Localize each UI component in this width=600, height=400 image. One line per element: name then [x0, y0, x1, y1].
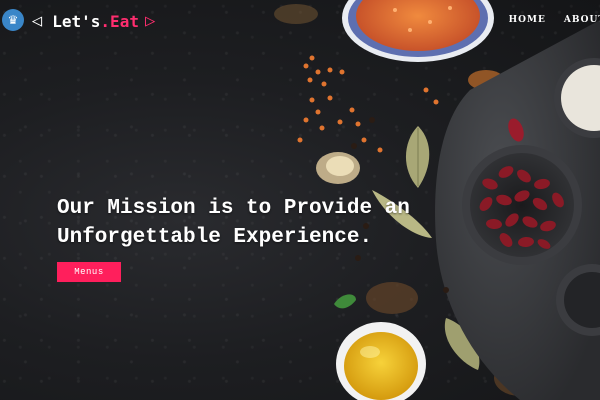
- hero-headline-line2: Unforgettable Experience.: [57, 226, 373, 249]
- brand-name-part1: Let's: [52, 11, 101, 31]
- nav-link-home[interactable]: HOME: [509, 15, 546, 25]
- brand-logo[interactable]: ◁ Let's .Eat ▷: [32, 9, 155, 33]
- menus-button[interactable]: Menus: [57, 262, 121, 282]
- nav-link-about[interactable]: ABOUT: [564, 15, 600, 25]
- chef-hat-icon[interactable]: ♛: [2, 9, 24, 31]
- hero-headline-line1: Our Mission is to Provide an: [57, 197, 410, 220]
- nav-links: HOME ABOUT: [509, 15, 600, 25]
- brand-left-glyph: ◁: [32, 11, 43, 31]
- hero-section: ♛ ◁ Let's .Eat ▷ HOME ABOUT Our Mission …: [0, 0, 600, 400]
- brand-name-part2: .Eat: [100, 11, 139, 31]
- hero-headline: Our Mission is to Provide an Unforgettab…: [57, 194, 587, 252]
- olive-oil-bowl-icon: [336, 322, 426, 400]
- brand-right-glyph: ▷: [144, 11, 156, 31]
- navbar: ♛ ◁ Let's .Eat ▷ HOME ABOUT: [0, 0, 600, 42]
